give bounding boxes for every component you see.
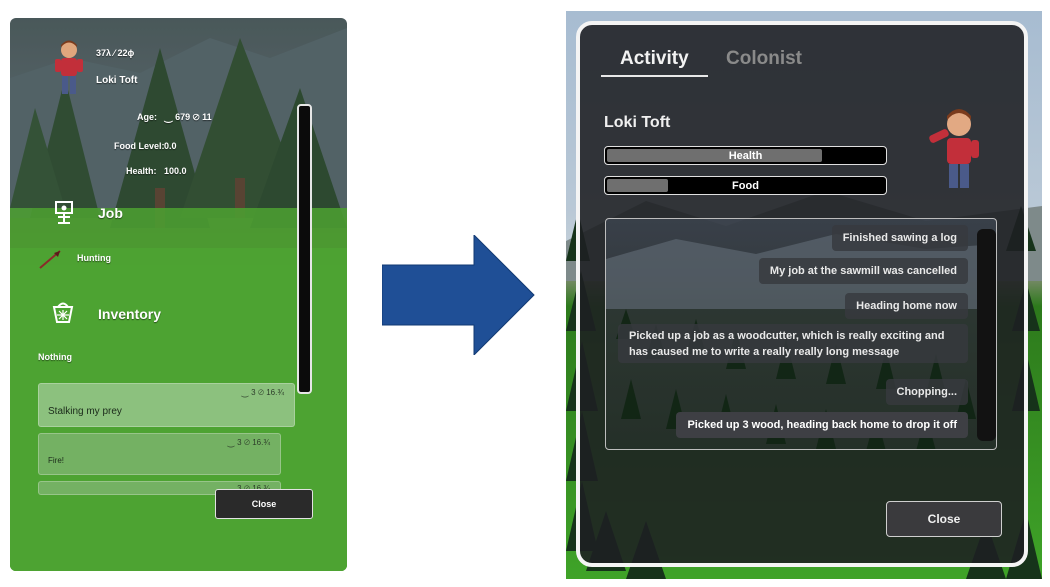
- old-food-value: 0.0: [164, 141, 177, 151]
- old-close-button[interactable]: Close: [215, 489, 313, 519]
- tab-activity[interactable]: Activity: [620, 48, 689, 70]
- old-food-label: Food Level:: [114, 141, 165, 151]
- colonist-portrait: [929, 109, 979, 188]
- job-icon: [55, 201, 73, 224]
- old-log-card-meta: ⏝ 3 ⊘ 16.¾: [241, 388, 284, 397]
- old-age-value: ⏝ 679 ⊘ 11: [164, 112, 212, 122]
- job-heading: Job: [98, 205, 123, 221]
- old-health-label: Health:: [126, 166, 157, 176]
- old-health-value: 100.0: [164, 166, 187, 176]
- old-log-card-meta: ⏝ 3 ⊘ 16.¾: [227, 438, 270, 447]
- old-log-card: ⏝ 3 ⊘ 16.¾ Fire!: [38, 433, 281, 475]
- old-age-label: Age:: [137, 112, 157, 122]
- basket-icon: [52, 302, 74, 323]
- activity-log-entry: Chopping...: [885, 379, 968, 405]
- old-scrollbar[interactable]: [297, 104, 312, 394]
- old-log-card: ⏝ 3 ⊘ 16.¾ Stalking my prey: [38, 383, 295, 427]
- activity-log-entry: Heading home now: [845, 293, 968, 319]
- activity-log-entry: Picked up a job as a woodcutter, which i…: [618, 324, 968, 363]
- old-log-card-text: Stalking my prey: [48, 406, 122, 417]
- food-bar: Food: [604, 176, 887, 195]
- active-tab-underline: [601, 75, 708, 77]
- activity-log-entry: My job at the sawmill was cancelled: [758, 258, 968, 284]
- job-value: Hunting: [77, 253, 111, 263]
- activity-scrollbar[interactable]: [977, 229, 996, 441]
- old-log-card-text: Fire!: [48, 456, 64, 465]
- inventory-heading: Inventory: [98, 306, 162, 322]
- close-button[interactable]: Close: [886, 501, 1002, 537]
- old-colonist-portrait: [55, 40, 83, 94]
- old-stats-line: 37λ ⁄ 22ϕ: [96, 48, 135, 58]
- right-arrow-icon: [382, 235, 535, 355]
- health-bar-label: Health: [728, 149, 763, 162]
- activity-log-entry: Finished sawing a log: [831, 225, 968, 251]
- tab-colonist[interactable]: Colonist: [726, 48, 802, 70]
- food-bar-label: Food: [732, 179, 759, 192]
- inventory-value: Nothing: [38, 352, 72, 362]
- spear-icon: [39, 250, 61, 269]
- health-bar: Health: [604, 146, 887, 165]
- colonist-name: Loki Toft: [604, 114, 671, 131]
- activity-log-entry-latest: Picked up 3 wood, heading back home to d…: [676, 412, 968, 438]
- old-colonist-name: Loki Toft: [96, 75, 138, 86]
